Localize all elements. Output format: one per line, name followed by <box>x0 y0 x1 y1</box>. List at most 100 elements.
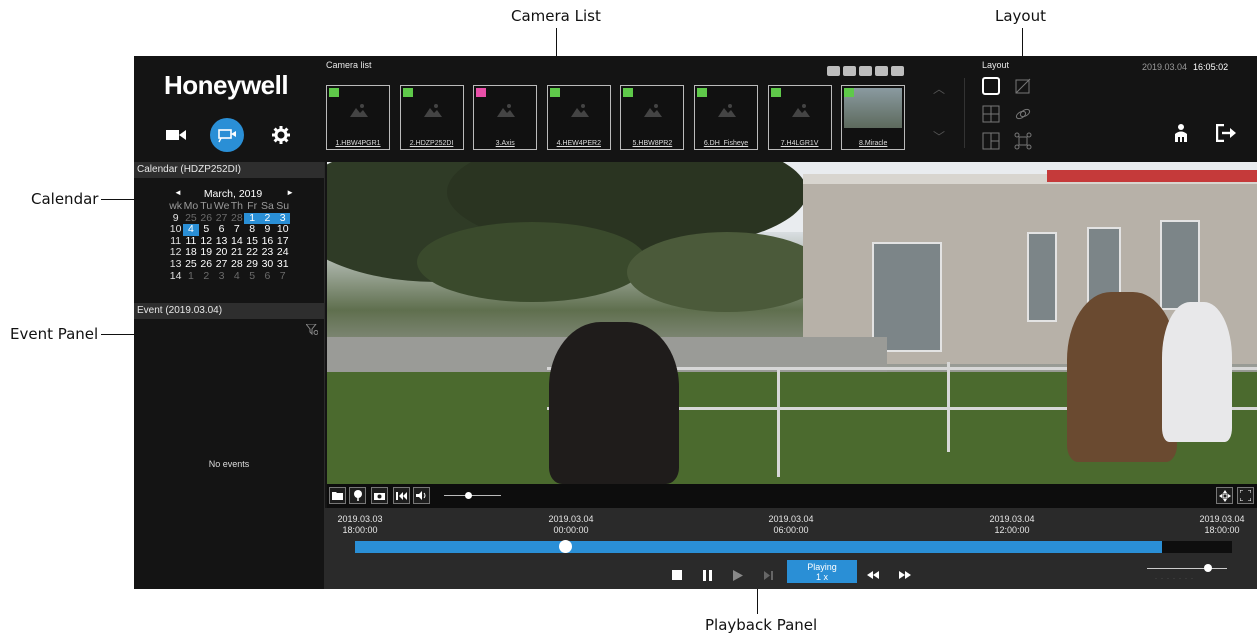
calendar-day[interactable]: 31 <box>275 258 290 271</box>
calendar-day[interactable]: 7 <box>275 270 290 283</box>
camera-tool-1-icon[interactable] <box>827 66 840 76</box>
camera-thumbnail[interactable]: 7.H4LGR1V <box>767 85 832 150</box>
calendar-next-month-button[interactable]: ► <box>286 188 294 197</box>
calendar-day[interactable]: 2 <box>199 270 214 283</box>
camera-status-icon <box>770 88 781 97</box>
calendar-callout: Calendar <box>31 190 99 208</box>
fullscreen-button[interactable] <box>1237 487 1254 504</box>
camera-name: 3.Axis <box>495 140 515 147</box>
chevron-up-icon[interactable]: ︿ <box>933 80 945 97</box>
export-button[interactable] <box>393 487 410 504</box>
video-viewport[interactable] <box>327 162 1257 484</box>
camera-status-icon <box>844 88 855 97</box>
layout-split-button[interactable] <box>982 132 1000 150</box>
camera-thumbnail[interactable]: 1.HBW4PGR1 <box>326 85 390 150</box>
timeline-playhead[interactable] <box>559 540 572 553</box>
camera-thumbnail[interactable]: 6.DH_Fisheye <box>694 85 758 150</box>
timeline-tick-label: 2019.03.04 18:00:00 <box>1190 514 1254 536</box>
volume-slider-track[interactable] <box>444 495 501 496</box>
rewind-button[interactable] <box>865 567 881 583</box>
calendar-weekday-header: Fr <box>247 200 258 212</box>
camera-status-icon <box>549 88 560 97</box>
playback-mode-button[interactable] <box>210 118 244 152</box>
calendar-day[interactable]: 25 <box>183 258 198 271</box>
calendar-day[interactable]: 26 <box>199 258 214 271</box>
user-button[interactable] <box>1174 124 1188 147</box>
layout-quad-button[interactable] <box>982 105 1000 123</box>
calendar-day[interactable]: 5 <box>244 270 259 283</box>
calendar-weekday-header: Sa <box>261 200 274 212</box>
step-forward-button[interactable] <box>760 567 776 583</box>
calendar-weekday-header: Su <box>276 200 290 212</box>
pause-button[interactable] <box>700 567 716 583</box>
video-window <box>872 242 942 352</box>
layout-callout: Layout <box>995 7 1046 25</box>
logout-button[interactable] <box>1215 123 1236 147</box>
calendar-header: Calendar (HDZP252DI) <box>134 162 324 178</box>
play-icon <box>733 569 743 581</box>
folder-icon <box>332 492 343 500</box>
timeline-tick-label: 2019.03.04 06:00:00 <box>759 514 823 536</box>
video-person <box>1162 302 1232 442</box>
camera-thumbnail[interactable]: 8.Miracle <box>841 85 906 150</box>
camera-tool-5-icon[interactable] <box>891 66 904 76</box>
speed-slider-track[interactable] <box>1147 568 1227 569</box>
settings-button[interactable] <box>264 118 298 152</box>
honeywell-logo: Honeywell <box>164 70 289 100</box>
calendar-day[interactable]: 29 <box>244 258 259 271</box>
image-placeholder-icon <box>497 103 516 122</box>
layout-custom-button[interactable] <box>1014 77 1032 95</box>
calendar-day[interactable]: 3 <box>214 270 229 283</box>
camera-tool-2-icon[interactable] <box>843 66 856 76</box>
calendar-day[interactable]: 28 <box>229 258 244 271</box>
layout-link-button[interactable] <box>1014 105 1032 123</box>
camera-name: 4.HEW4PER2 <box>556 140 601 147</box>
stop-button[interactable] <box>669 567 685 583</box>
playback-panel: 2019.03.03 18:00:00 2019.03.04 00:00:00 2019… <box>324 508 1257 589</box>
live-view-button[interactable] <box>159 118 193 152</box>
bookmark-button[interactable] <box>349 487 366 504</box>
move-icon <box>1218 489 1231 502</box>
video-red-stripe <box>1047 170 1257 182</box>
calendar-weekday-header: wk <box>169 200 183 212</box>
ptz-button[interactable] <box>1216 487 1233 504</box>
layout-single-button[interactable] <box>982 77 1000 95</box>
speed-slider-ticks: ······· <box>1155 576 1197 582</box>
camera-thumbnail[interactable]: 3.Axis <box>473 85 538 150</box>
speed-slider-handle[interactable] <box>1204 564 1212 572</box>
camera-tool-4-icon[interactable] <box>875 66 888 76</box>
timeline-tick-time: 18:00:00 <box>1204 525 1240 535</box>
snapshot-button[interactable] <box>371 487 388 504</box>
image-placeholder-icon <box>570 103 589 122</box>
camera-thumbnail[interactable]: 4.HEW4PER2 <box>546 85 611 150</box>
timeline-tick-date: 2019.03.04 <box>548 514 594 524</box>
calendar-day[interactable]: 1 <box>183 270 198 283</box>
layout-fisheye-button[interactable] <box>1014 132 1032 150</box>
speaker-icon <box>415 491 425 500</box>
calendar-day[interactable]: 27 <box>214 258 229 271</box>
fullscreen-icon <box>1240 490 1251 501</box>
camera-name: 7.H4LGR1V <box>780 140 819 147</box>
calendar-day[interactable]: 4 <box>229 270 244 283</box>
open-folder-button[interactable] <box>329 487 346 504</box>
calendar-month-title: March, 2019 <box>203 188 263 200</box>
calendar-weekday-header: Tu <box>200 200 213 212</box>
fast-forward-button[interactable] <box>897 567 913 583</box>
video-window <box>1027 232 1057 322</box>
audio-button[interactable] <box>413 487 430 504</box>
play-button[interactable] <box>730 567 746 583</box>
volume-slider-handle[interactable] <box>465 492 472 499</box>
timeline-tick-label: 2019.03.04 00:00:00 <box>539 514 603 536</box>
camera-tool-3-icon[interactable] <box>859 66 872 76</box>
calendar-day[interactable]: 30 <box>260 258 275 271</box>
chevron-down-icon[interactable]: ﹀ <box>933 128 945 145</box>
camera-thumbnail[interactable]: 5.HBW8PR2 <box>620 85 685 150</box>
camera-list-label: Camera list <box>326 60 372 70</box>
video-railing-post <box>777 367 780 477</box>
no-events-text: No events <box>208 459 250 469</box>
video-tree <box>627 232 827 312</box>
calendar-day[interactable]: 6 <box>260 270 275 283</box>
step-forward-icon <box>763 570 773 580</box>
filter-icon[interactable] <box>304 322 319 340</box>
camera-thumbnail[interactable]: 2.HDZP252DI <box>399 85 464 150</box>
